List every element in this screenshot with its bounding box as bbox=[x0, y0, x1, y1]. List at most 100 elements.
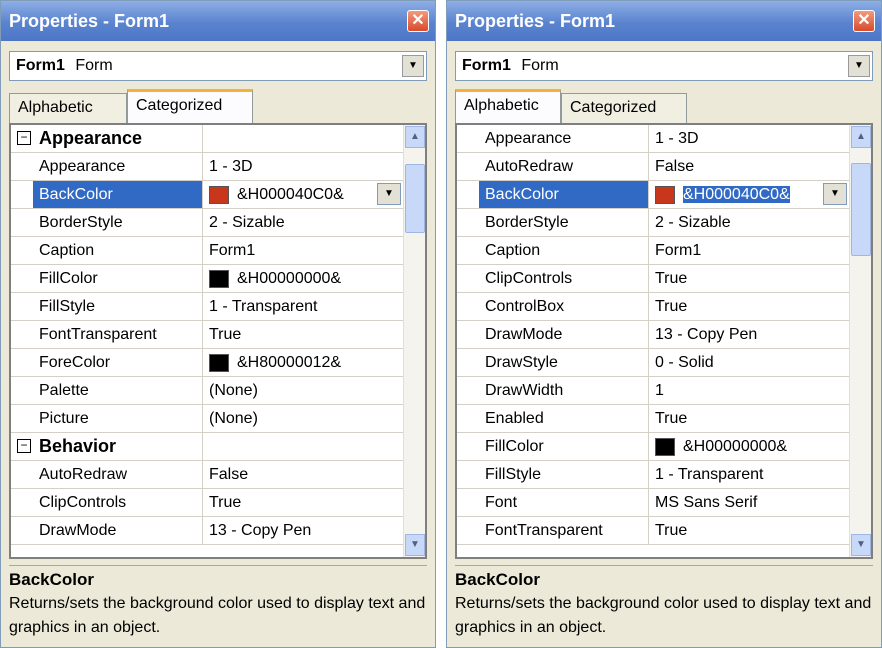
property-value[interactable]: False bbox=[649, 153, 851, 180]
tab-categorized[interactable]: Categorized bbox=[561, 93, 687, 123]
vertical-scrollbar[interactable]: ▲ ▼ bbox=[403, 125, 425, 557]
description-text: Returns/sets the background color used t… bbox=[455, 595, 872, 636]
property-value[interactable]: &H00000000& bbox=[649, 433, 851, 460]
property-name: Enabled bbox=[479, 405, 649, 432]
vertical-scrollbar[interactable]: ▲ ▼ bbox=[849, 125, 871, 557]
property-value[interactable]: True bbox=[649, 405, 851, 432]
object-type: Form bbox=[521, 57, 559, 74]
property-name: DrawMode bbox=[33, 517, 203, 544]
property-value[interactable]: &H80000012& bbox=[203, 349, 405, 376]
property-row[interactable]: BackColor &H000040C0& ▼ bbox=[457, 181, 851, 209]
property-row[interactable]: AutoRedraw False bbox=[457, 153, 851, 181]
property-value[interactable]: True bbox=[649, 293, 851, 320]
property-value[interactable]: &H000040C0& ▼ bbox=[649, 181, 851, 208]
property-row[interactable]: Caption Form1 bbox=[457, 237, 851, 265]
property-value[interactable]: True bbox=[203, 321, 405, 348]
property-value[interactable]: False bbox=[203, 461, 405, 488]
property-row[interactable]: BackColor &H000040C0& ▼ bbox=[11, 181, 405, 209]
property-row[interactable]: DrawMode 13 - Copy Pen bbox=[457, 321, 851, 349]
property-value[interactable]: (None) bbox=[203, 377, 405, 404]
property-value[interactable]: 2 - Sizable bbox=[649, 209, 851, 236]
property-row[interactable]: Caption Form1 bbox=[11, 237, 405, 265]
object-selector[interactable]: Form1 Form ▼ bbox=[455, 51, 873, 81]
property-value-text: &H00000000& bbox=[237, 270, 342, 287]
property-value[interactable]: 2 - Sizable bbox=[203, 209, 405, 236]
property-row[interactable]: FontTransparent True bbox=[457, 517, 851, 545]
tab-alphabetic[interactable]: Alphabetic bbox=[455, 89, 561, 123]
property-row[interactable]: BorderStyle 2 - Sizable bbox=[457, 209, 851, 237]
collapse-icon[interactable]: − bbox=[17, 439, 31, 453]
scroll-up-icon[interactable]: ▲ bbox=[405, 126, 425, 148]
chevron-down-icon[interactable]: ▼ bbox=[823, 183, 847, 205]
property-value[interactable] bbox=[203, 433, 405, 460]
property-value[interactable]: Form1 bbox=[649, 237, 851, 264]
property-row[interactable]: Appearance 1 - 3D bbox=[11, 153, 405, 181]
property-value[interactable]: &H00000000& bbox=[203, 265, 405, 292]
property-value[interactable]: &H000040C0& ▼ bbox=[203, 181, 405, 208]
scroll-thumb[interactable] bbox=[405, 164, 425, 233]
property-value[interactable]: 1 - 3D bbox=[203, 153, 405, 180]
scroll-down-icon[interactable]: ▼ bbox=[405, 534, 425, 556]
property-row[interactable]: DrawWidth 1 bbox=[457, 377, 851, 405]
scroll-thumb[interactable] bbox=[851, 163, 871, 256]
property-row[interactable]: Font MS Sans Serif bbox=[457, 489, 851, 517]
property-value[interactable]: MS Sans Serif bbox=[649, 489, 851, 516]
property-row[interactable]: Enabled True bbox=[457, 405, 851, 433]
property-value-text: False bbox=[209, 466, 249, 483]
property-row[interactable]: FillStyle 1 - Transparent bbox=[457, 461, 851, 489]
tab-categorized[interactable]: Categorized bbox=[127, 89, 253, 123]
close-icon[interactable]: ✕ bbox=[407, 10, 429, 32]
property-row[interactable]: FontTransparent True bbox=[11, 321, 405, 349]
property-name: DrawWidth bbox=[479, 377, 649, 404]
property-row[interactable]: ControlBox True bbox=[457, 293, 851, 321]
property-row[interactable]: FillStyle 1 - Transparent bbox=[11, 293, 405, 321]
property-name: BackColor bbox=[33, 181, 203, 208]
property-value[interactable]: 1 - 3D bbox=[649, 125, 851, 152]
property-value[interactable]: 13 - Copy Pen bbox=[649, 321, 851, 348]
chevron-down-icon[interactable]: ▼ bbox=[848, 55, 870, 77]
property-row[interactable]: Picture (None) bbox=[11, 405, 405, 433]
property-row[interactable]: DrawMode 13 - Copy Pen bbox=[11, 517, 405, 545]
property-value[interactable]: 13 - Copy Pen bbox=[203, 517, 405, 544]
color-swatch bbox=[655, 185, 675, 204]
close-icon[interactable]: ✕ bbox=[853, 10, 875, 32]
property-value-text: MS Sans Serif bbox=[655, 494, 758, 511]
property-name: DrawStyle bbox=[479, 349, 649, 376]
property-row[interactable]: FillColor &H00000000& bbox=[457, 433, 851, 461]
property-value[interactable]: 1 bbox=[649, 377, 851, 404]
object-selector[interactable]: Form1 Form ▼ bbox=[9, 51, 427, 81]
property-value-text: 0 - Solid bbox=[655, 354, 714, 371]
property-row[interactable]: ClipControls True bbox=[11, 489, 405, 517]
property-name: Behavior bbox=[33, 433, 203, 460]
property-row[interactable]: Palette (None) bbox=[11, 377, 405, 405]
property-value[interactable]: 1 - Transparent bbox=[649, 461, 851, 488]
property-value[interactable]: True bbox=[649, 517, 851, 544]
property-row[interactable]: FillColor &H00000000& bbox=[11, 265, 405, 293]
property-row[interactable]: Appearance 1 - 3D bbox=[457, 125, 851, 153]
chevron-down-icon[interactable]: ▼ bbox=[377, 183, 401, 205]
property-value[interactable]: (None) bbox=[203, 405, 405, 432]
property-value[interactable]: Form1 bbox=[203, 237, 405, 264]
category-row[interactable]: − Appearance bbox=[11, 125, 405, 153]
category-row[interactable]: − Behavior bbox=[11, 433, 405, 461]
property-value[interactable]: True bbox=[649, 265, 851, 292]
scroll-up-icon[interactable]: ▲ bbox=[851, 126, 871, 148]
collapse-icon[interactable]: − bbox=[17, 131, 31, 145]
properties-window-categorized: Properties - Form1 ✕ Form1 Form ▼ Alphab… bbox=[0, 0, 436, 648]
property-row[interactable]: DrawStyle 0 - Solid bbox=[457, 349, 851, 377]
property-value-text: True bbox=[655, 410, 688, 427]
property-value[interactable]: 0 - Solid bbox=[649, 349, 851, 376]
property-value[interactable]: True bbox=[203, 489, 405, 516]
property-row[interactable]: ClipControls True bbox=[457, 265, 851, 293]
description-pane: BackColor Returns/sets the background co… bbox=[455, 565, 873, 642]
chevron-down-icon[interactable]: ▼ bbox=[402, 55, 424, 77]
property-value-text: True bbox=[655, 298, 688, 315]
property-row[interactable]: BorderStyle 2 - Sizable bbox=[11, 209, 405, 237]
property-row[interactable]: AutoRedraw False bbox=[11, 461, 405, 489]
property-value[interactable] bbox=[203, 125, 405, 152]
tab-alphabetic[interactable]: Alphabetic bbox=[9, 93, 127, 123]
property-value-text: True bbox=[209, 494, 242, 511]
scroll-down-icon[interactable]: ▼ bbox=[851, 534, 871, 556]
property-value[interactable]: 1 - Transparent bbox=[203, 293, 405, 320]
property-row[interactable]: ForeColor &H80000012& bbox=[11, 349, 405, 377]
